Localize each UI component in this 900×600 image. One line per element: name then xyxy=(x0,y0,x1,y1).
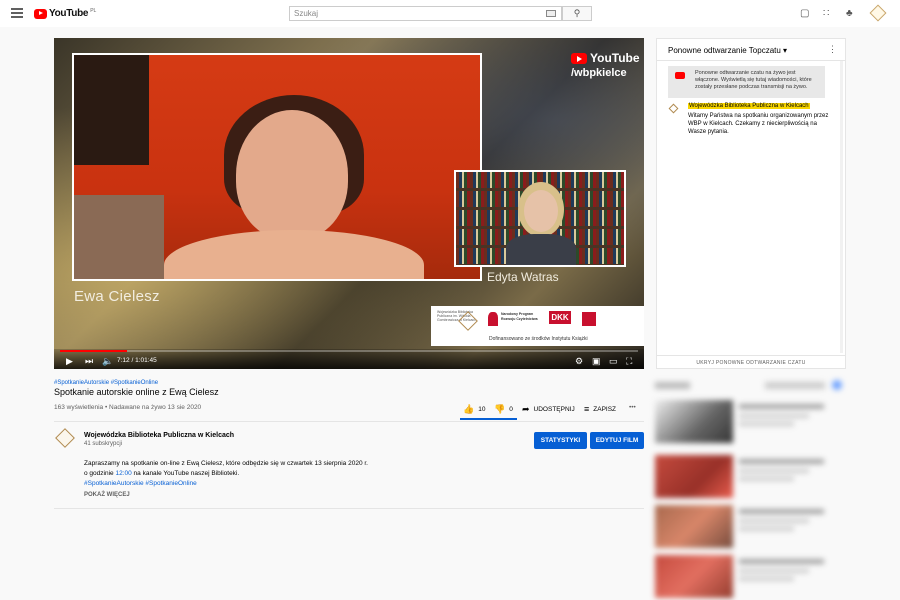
search-button[interactable]: ⚲ xyxy=(562,6,592,21)
more-vert-icon[interactable]: ⋮ xyxy=(828,44,837,55)
fullscreen-icon[interactable]: ⛶ xyxy=(626,356,632,367)
timestamp-link[interactable]: 12:00 xyxy=(115,470,131,477)
shelf-graphic xyxy=(74,55,149,165)
message-text: Witamy Państwa na spotkaniu organizowany… xyxy=(688,113,829,135)
description-text: o godzinie xyxy=(84,470,116,477)
sponsor-library-logo: Wojewódzka Biblioteka Publiczna im. Wito… xyxy=(437,310,477,322)
watermark-text: YouTube xyxy=(590,51,640,65)
like-count: 10 xyxy=(478,406,486,413)
chat-system-message: Ponowne odtwarzanie czatu na żywo jest w… xyxy=(668,66,825,98)
speaker-main-label: Ewa Cielesz xyxy=(74,288,160,305)
save-label: ZAPISZ xyxy=(593,405,617,413)
video-description: Zapraszamy na spotkanie on-line z Ewą Ci… xyxy=(84,459,368,489)
recommended-video[interactable] xyxy=(655,555,835,598)
settings-icon[interactable]: ⚙ xyxy=(575,356,583,367)
thumb-up-icon: 👍 xyxy=(463,404,475,414)
system-message-text: Ponowne odtwarzanie czatu na żywo jest w… xyxy=(695,70,812,90)
search-icon: ⚲ xyxy=(573,8,581,18)
hide-chat-button[interactable]: UKRYJ PONOWNE ODTWARZANIE CZATU xyxy=(657,355,845,370)
message-author[interactable]: Wojewódzka Biblioteka Publiczna w Kielca… xyxy=(688,103,810,109)
second-speaker-body xyxy=(506,234,576,265)
like-button[interactable]: 👍 10 xyxy=(463,404,485,415)
progress-bar[interactable] xyxy=(60,350,638,352)
miniplayer-icon[interactable]: ▣ xyxy=(592,356,601,367)
menu-icon[interactable] xyxy=(11,8,23,18)
second-speaker xyxy=(506,182,576,265)
progress-fill xyxy=(60,350,128,352)
create-video-icon[interactable]: ▢ xyxy=(800,8,809,19)
description-line-1: Zapraszamy na spotkanie on-line z Ewą Ci… xyxy=(84,460,368,467)
notifications-icon[interactable]: ♣ xyxy=(846,8,853,19)
share-icon: ➦ xyxy=(522,404,530,414)
time-display: 7:12 / 1:01:45 xyxy=(117,357,157,364)
playlist-add-icon: ≡ xyxy=(584,404,590,414)
video-meta: 163 wyświetlenia • Nadawane na żywo 13 s… xyxy=(54,404,202,411)
channel-avatar[interactable] xyxy=(55,428,75,448)
subscriber-count: 41 subskrypcji xyxy=(84,441,123,447)
divider xyxy=(54,508,644,509)
save-button[interactable]: ≡ ZAPISZ xyxy=(584,404,616,414)
speaker-torso xyxy=(164,230,424,279)
youtube-icon xyxy=(675,72,685,79)
volume-icon[interactable]: 🔈 xyxy=(102,356,113,367)
recommended-video[interactable] xyxy=(655,455,835,498)
live-chat-replay: Ponowne odtwarzanie Topczatu ▾ ⋮ Ponowne… xyxy=(656,38,846,369)
video-player[interactable]: Ewa Cielesz Edyta Watras YouTube /wbpkie… xyxy=(54,38,644,369)
play-icon[interactable]: ▶ xyxy=(66,356,73,367)
logo-text: YouTube xyxy=(49,8,89,19)
recommendation-chips xyxy=(655,380,845,392)
channel-name[interactable]: Wojewódzka Biblioteka Publiczna w Kielca… xyxy=(84,432,234,439)
dislike-count: 0 xyxy=(509,406,513,413)
thumb-down-icon: 👎 xyxy=(494,404,506,414)
couch-graphic xyxy=(74,195,164,279)
second-speaker-face xyxy=(524,190,558,232)
dkk-logo: DKK xyxy=(549,311,571,324)
edit-video-button[interactable]: EDYTUJ FILM xyxy=(590,432,644,449)
theater-mode-icon[interactable]: ▭ xyxy=(609,356,618,367)
sponsor-program-logo: Narodowy Program Rozwoju Czytelnictwa xyxy=(501,312,538,321)
watermark-channel: /wbpkielce xyxy=(571,67,627,79)
sponsor-banner: Wojewódzka Biblioteka Publiczna im. Wito… xyxy=(431,306,644,346)
channel-watermark: YouTube /wbpkielce xyxy=(571,51,640,79)
more-icon: ••• xyxy=(629,404,636,411)
chat-header: Ponowne odtwarzanie Topczatu ▾ ⋮ xyxy=(657,39,845,61)
youtube-logo[interactable]: YouTube PL xyxy=(34,8,96,19)
video-title: Spotkanie autorskie online z Ewą Cielesz xyxy=(54,387,219,397)
dislike-button[interactable]: 👎 0 xyxy=(494,404,513,415)
recommended-video[interactable] xyxy=(655,400,835,443)
description-line-2: o godzinie 12:00 na kanale YouTube nasze… xyxy=(84,469,368,479)
speaker-second-label: Edyta Watras xyxy=(487,270,559,284)
recommended-video[interactable] xyxy=(655,505,835,548)
second-speaker-feed xyxy=(454,170,626,267)
like-ratio-fill xyxy=(460,418,517,420)
description-hashtags[interactable]: #SpotkanieAutorskie #SpotkanieOnline xyxy=(84,479,368,489)
sponsor-caption: Dofinansowano ze środków Instytutu Książ… xyxy=(489,336,588,342)
search-input[interactable]: Szukaj xyxy=(289,6,562,21)
show-more-button[interactable]: POKAŻ WIĘCEJ xyxy=(84,492,130,498)
youtube-play-icon xyxy=(34,8,47,19)
chat-mode-dropdown[interactable]: Ponowne odtwarzanie Topczatu ▾ xyxy=(668,46,787,55)
statistics-button[interactable]: STATYSTYKI xyxy=(534,432,587,449)
account-avatar[interactable] xyxy=(869,4,887,22)
speaker-face xyxy=(236,110,348,240)
like-ratio-bar xyxy=(460,418,517,420)
reading-program-icon xyxy=(488,312,498,326)
author-avatar xyxy=(668,103,679,114)
share-label: UDOSTĘPNIJ xyxy=(533,406,575,413)
main-speaker-feed xyxy=(72,53,482,281)
logo-country: PL xyxy=(90,8,97,14)
keyboard-icon[interactable] xyxy=(546,10,556,17)
divider xyxy=(54,421,644,422)
top-bar: YouTube PL Szukaj ⚲ ▢ ∷ ♣ xyxy=(0,0,900,27)
video-hashtags[interactable]: #SpotkanieAutorskie #SpotkanieOnline xyxy=(54,380,158,386)
next-icon[interactable]: ⏭ xyxy=(85,356,93,367)
share-button[interactable]: ➦ UDOSTĘPNIJ xyxy=(522,404,575,415)
youtube-play-icon xyxy=(571,52,587,64)
more-actions-button[interactable]: ••• xyxy=(629,404,636,411)
book-institute-icon xyxy=(582,312,596,326)
apps-icon[interactable]: ∷ xyxy=(823,8,829,19)
description-text: na kanale YouTube naszej Biblioteki. xyxy=(131,470,240,477)
chat-scrollbar[interactable] xyxy=(840,61,843,353)
